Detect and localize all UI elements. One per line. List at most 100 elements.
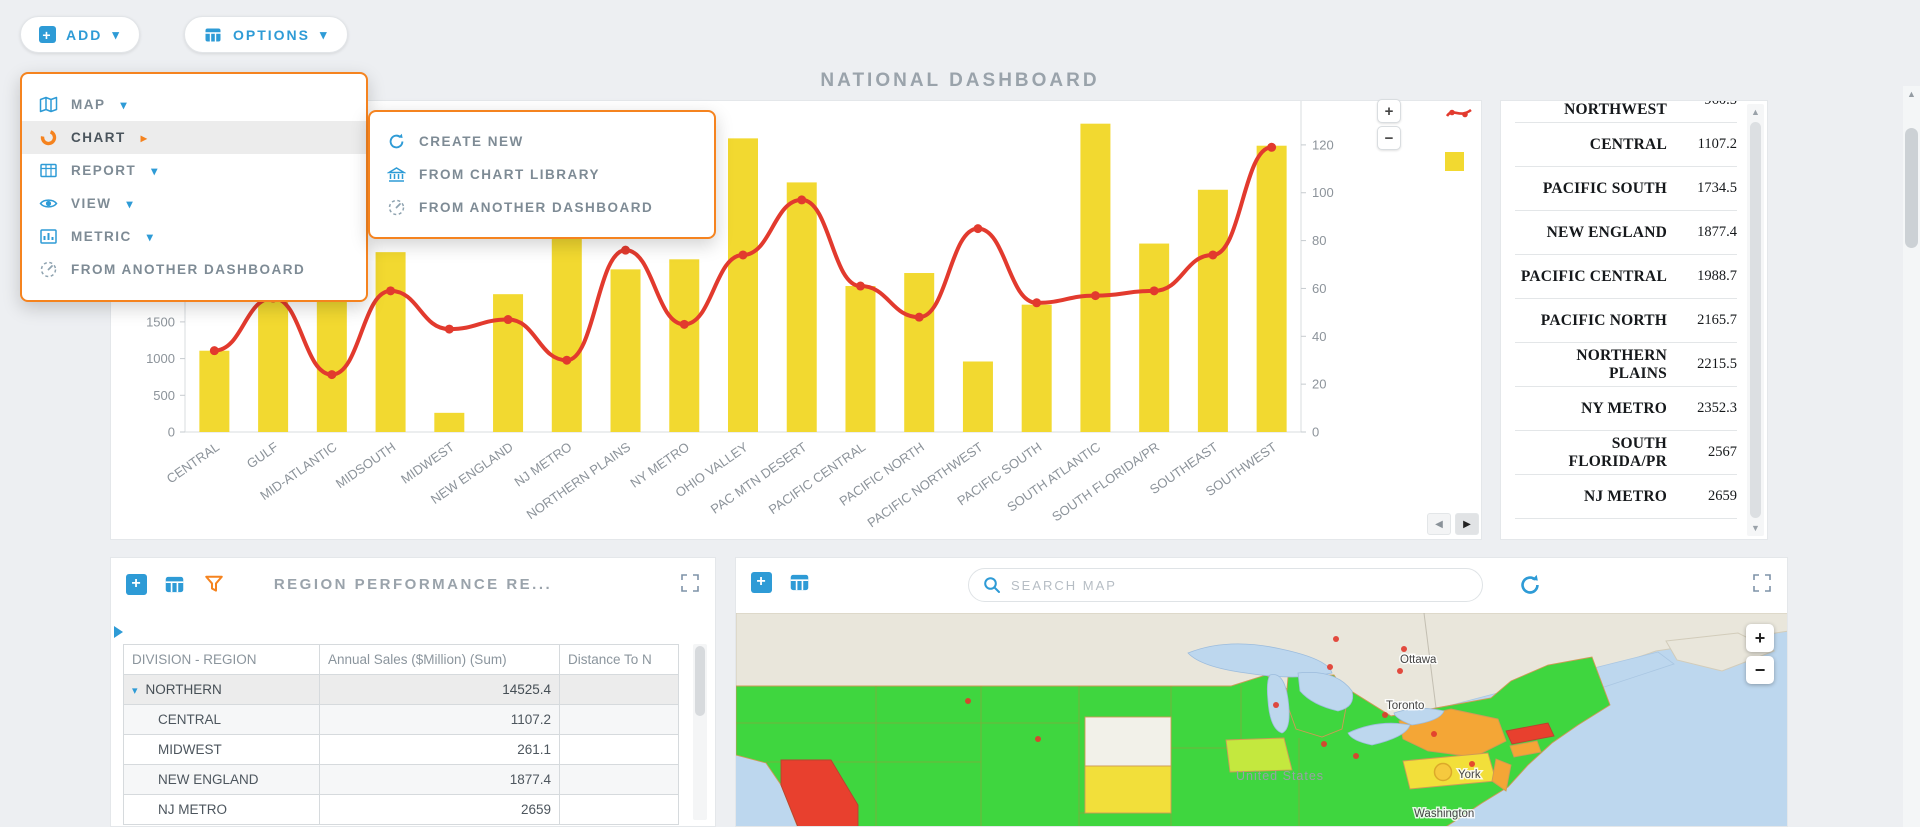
cluster-marker[interactable] <box>1433 762 1453 782</box>
scroll-down-icon[interactable]: ▼ <box>1747 520 1764 536</box>
region-name: NORTHERN PLAINS <box>1576 346 1667 382</box>
ranking-row[interactable]: PACIFIC SOUTH 1734.5 <box>1515 167 1737 211</box>
add-component-button[interactable]: + <box>748 569 774 595</box>
line-point[interactable] <box>444 324 454 334</box>
menu-item-map[interactable]: MAP ▾ <box>22 88 366 121</box>
map-search-input[interactable] <box>1011 577 1468 593</box>
scroll-up-icon[interactable]: ▲ <box>1903 86 1920 102</box>
ranking-row[interactable]: PACIFIC CENTRAL 1988.7 <box>1515 255 1737 299</box>
table-row[interactable]: MIDWEST 261.1 <box>123 734 679 765</box>
line-point[interactable] <box>973 224 983 234</box>
bar[interactable] <box>1256 145 1287 433</box>
add-button[interactable]: + ADD ▾ <box>20 16 140 53</box>
table-row[interactable]: NEW ENGLAND 1877.4 <box>123 764 679 795</box>
ranking-list: PACIFIC NORTHWEST 960.5 CENTRAL 1107.2 PAC… <box>1515 101 1737 519</box>
map-refresh-button[interactable] <box>1512 567 1548 603</box>
options-button[interactable]: OPTIONS ▾ <box>184 16 348 53</box>
line-point[interactable] <box>679 319 689 329</box>
line-point[interactable] <box>386 286 396 296</box>
ranking-row[interactable]: SOUTH FLORIDA/PR 2567 <box>1515 431 1737 475</box>
line-point[interactable] <box>562 355 572 365</box>
state-iowa-yellowgreen[interactable] <box>1225 737 1293 773</box>
us-choropleth-map[interactable]: Ottawa Toronto York Washington United St… <box>736 613 1788 827</box>
table-row[interactable]: CENTRAL 1107.2 <box>123 704 679 735</box>
menu-item-from-chart-library[interactable]: FROM CHART LIBRARY <box>370 158 714 191</box>
ranking-row[interactable]: PACIFIC NORTH 2165.7 <box>1515 299 1737 343</box>
menu-item-metric[interactable]: METRIC ▾ <box>22 220 366 253</box>
chart-zoom-in-button[interactable]: + <box>1377 99 1401 123</box>
bar[interactable] <box>845 286 876 432</box>
line-point[interactable] <box>1032 298 1042 308</box>
line-point[interactable] <box>1149 286 1159 296</box>
fullscreen-button[interactable] <box>1751 572 1773 594</box>
line-point[interactable] <box>797 195 807 205</box>
menu-item-from-another-dashboard[interactable]: FROM ANOTHER DASHBOARD <box>22 253 366 286</box>
line-point[interactable] <box>1090 291 1100 301</box>
ranking-row[interactable]: NORTHERN PLAINS 2215.5 <box>1515 343 1737 387</box>
svg-text:500: 500 <box>153 388 175 403</box>
line-point[interactable] <box>1267 142 1277 152</box>
menu-item-chart[interactable]: CHART ▸ <box>22 121 366 154</box>
ranking-scrollbar[interactable]: ▲ ▼ <box>1747 104 1764 536</box>
line-point[interactable] <box>209 346 219 356</box>
column-header[interactable]: Distance To N <box>559 644 679 675</box>
table-scrollbar[interactable] <box>693 644 707 820</box>
page-prev-button[interactable]: ◀ <box>1427 513 1451 535</box>
ranking-row[interactable]: CENTRAL 1107.2 <box>1515 123 1737 167</box>
menu-item-report[interactable]: REPORT ▾ <box>22 154 366 187</box>
table-row-group[interactable]: ▾ NORTHERN 14525.4 <box>123 674 679 705</box>
bar[interactable] <box>786 182 817 432</box>
line-point[interactable] <box>855 281 865 291</box>
scroll-up-icon[interactable]: ▲ <box>1747 104 1764 120</box>
bar[interactable] <box>434 412 465 432</box>
bar[interactable] <box>728 138 758 432</box>
svg-text:CENTRAL: CENTRAL <box>164 439 222 486</box>
ranking-row[interactable]: NEW ENGLAND 1877.4 <box>1515 211 1737 255</box>
bar[interactable] <box>199 350 230 432</box>
page-next-button[interactable]: ▶ <box>1455 513 1479 535</box>
column-header[interactable]: DIVISION - REGION <box>123 644 320 675</box>
map-zoom-in-button[interactable]: + <box>1746 624 1774 652</box>
bar[interactable] <box>904 273 935 432</box>
menu-item-create-new[interactable]: CREATE NEW <box>370 125 714 158</box>
menu-item-from-another-dashboard[interactable]: FROM ANOTHER DASHBOARD <box>370 191 714 224</box>
menu-item-view[interactable]: VIEW ▾ <box>22 187 366 220</box>
line-point[interactable] <box>327 370 337 380</box>
line-point[interactable] <box>914 312 924 322</box>
ranking-row[interactable]: NY METRO 2352.3 <box>1515 387 1737 431</box>
add-component-button[interactable]: + <box>123 571 149 597</box>
bar[interactable] <box>1139 243 1170 432</box>
fullscreen-button[interactable] <box>679 572 701 594</box>
line-point[interactable] <box>503 315 513 325</box>
line-point[interactable] <box>738 250 748 260</box>
collapse-caret-icon[interactable]: ▾ <box>132 685 138 697</box>
line-point[interactable] <box>621 245 631 255</box>
scrollbar-thumb[interactable] <box>695 646 705 716</box>
bar[interactable] <box>1021 304 1052 432</box>
scrollbar-thumb[interactable] <box>1750 122 1761 518</box>
bar[interactable] <box>375 252 406 432</box>
scrollbar-thumb[interactable] <box>1905 128 1918 248</box>
bar[interactable] <box>669 259 700 432</box>
page-scrollbar[interactable]: ▲ <box>1903 86 1920 827</box>
bar[interactable] <box>610 269 641 432</box>
bar[interactable] <box>1080 123 1111 432</box>
legend-line-series-icon[interactable] <box>1445 105 1475 126</box>
chart-zoom-out-button[interactable]: − <box>1377 126 1401 150</box>
bar[interactable] <box>551 236 582 432</box>
table-row[interactable]: NJ METRO 2659 <box>123 794 679 825</box>
ranking-row[interactable]: NJ METRO 2659 <box>1515 475 1737 519</box>
state-wyoming-nodata[interactable] <box>1084 716 1172 767</box>
state-colorado-yellow[interactable] <box>1084 765 1172 814</box>
map-zoom-out-button[interactable]: − <box>1746 656 1774 684</box>
column-header[interactable]: Annual Sales ($Million) (Sum) <box>319 644 560 675</box>
ranking-row[interactable]: PACIFIC NORTHWEST 960.5 <box>1515 101 1737 123</box>
table-view-button[interactable] <box>786 569 812 595</box>
panel-side-handle[interactable] <box>114 626 123 638</box>
legend-bar-series-swatch[interactable] <box>1445 152 1464 171</box>
bar[interactable] <box>493 294 524 432</box>
region-performance-panel: + REGION PERFORMANCE RE... DIVISION - RE… <box>110 557 716 827</box>
bar[interactable] <box>1197 189 1228 432</box>
line-point[interactable] <box>1208 250 1218 260</box>
bar[interactable] <box>962 361 993 432</box>
